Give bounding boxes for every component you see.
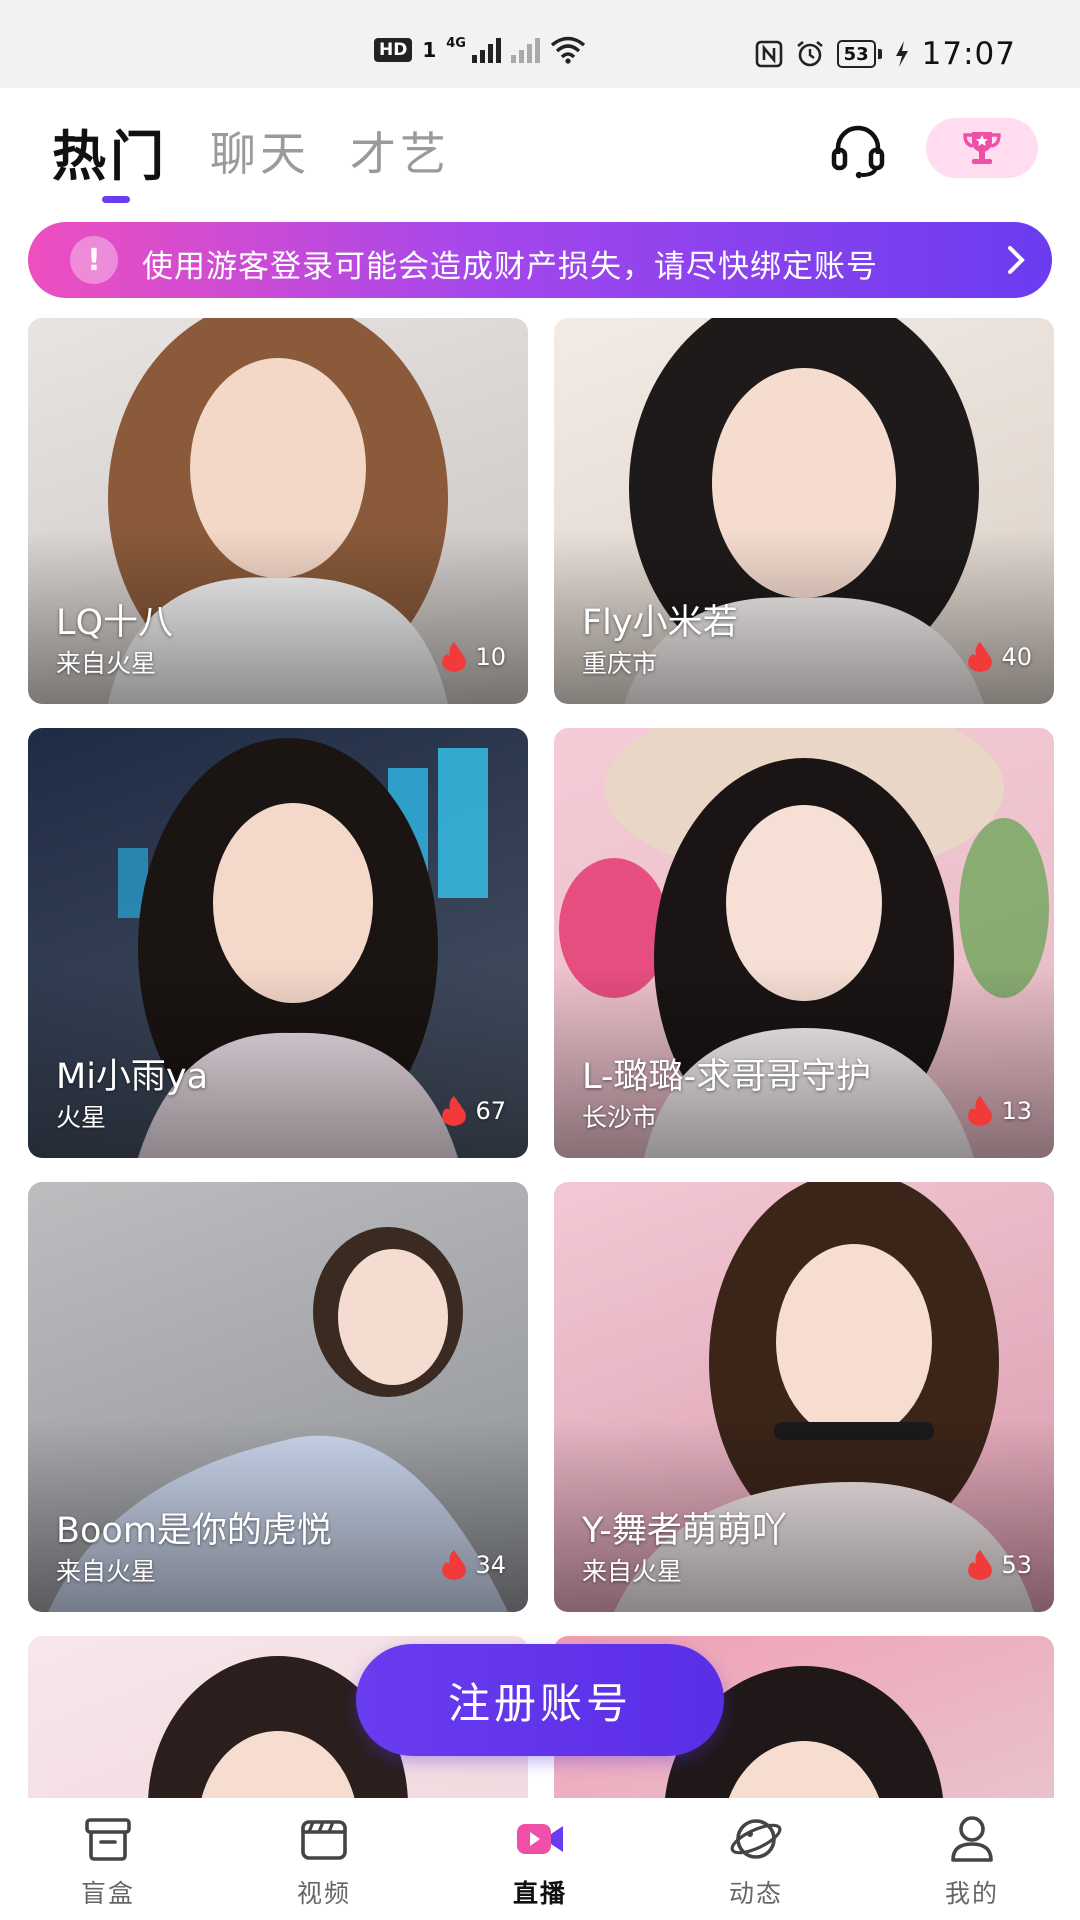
streamer-location: 重庆市	[582, 649, 658, 678]
nfc-icon	[755, 40, 782, 68]
top-tab-bar: 热门 聊天 才艺	[0, 88, 1080, 208]
customer-service-button[interactable]	[828, 120, 888, 180]
heat-count: 53	[965, 1548, 1032, 1582]
nav-label: 动态	[728, 1879, 783, 1908]
app-screen: HD 1 4G 53 17:07 热门 聊天 才艺 ! 使用游客登录可能会造成财…	[0, 0, 1080, 1920]
status-left-cluster: HD 1 4G	[374, 36, 586, 64]
heat-value: 10	[475, 643, 506, 671]
live-room-card[interactable]: Boom是你的虎悦 来自火星 34	[28, 1182, 528, 1612]
hd-badge: HD	[374, 38, 413, 62]
status-bar: HD 1 4G 53 17:07	[0, 0, 1080, 88]
streamer-location: 来自火星	[582, 1557, 683, 1586]
nav-label: 盲盒	[80, 1879, 135, 1908]
streamer-location: 长沙市	[582, 1103, 658, 1132]
blind-box-icon	[85, 1818, 131, 1861]
headset-icon	[831, 125, 885, 179]
active-tab-indicator	[102, 196, 130, 203]
flame-icon	[968, 1096, 993, 1126]
heat-value: 34	[475, 1551, 506, 1579]
flame-icon	[968, 642, 993, 672]
tab-hot[interactable]: 热门	[52, 112, 168, 191]
heat-count: 10	[439, 640, 506, 674]
flame-icon	[442, 1550, 467, 1580]
heat-value: 67	[475, 1097, 506, 1125]
nav-label: 视频	[296, 1879, 351, 1908]
sim-slot-label: 1	[422, 38, 437, 62]
bottom-navigation: 盲盒 视频 直播 动态 我的	[0, 1800, 1080, 1920]
streamer-name: Fly小米若	[582, 603, 738, 643]
warning-text: 使用游客登录可能会造成财产损失，请尽快绑定账号	[142, 249, 878, 285]
register-account-button[interactable]: 注册账号	[356, 1644, 724, 1756]
live-room-card[interactable]: Mi小雨ya 火星 67	[28, 728, 528, 1158]
flame-icon	[442, 642, 467, 672]
flame-icon	[442, 1096, 467, 1126]
streamer-location: 火星	[56, 1103, 107, 1132]
heat-value: 40	[1001, 643, 1032, 671]
streamer-location: 来自火星	[56, 1557, 157, 1586]
streamer-name: L-璐璐-求哥哥守护	[582, 1057, 872, 1097]
chevron-right-icon	[1008, 246, 1025, 274]
ranking-button[interactable]	[926, 118, 1038, 178]
charging-bolt-icon	[895, 41, 908, 67]
heat-count: 40	[965, 640, 1032, 674]
heat-value: 53	[1001, 1551, 1032, 1579]
signal-secondary-icon	[510, 37, 540, 63]
heat-count: 34	[439, 1548, 506, 1582]
streamer-name: Boom是你的虎悦	[56, 1511, 332, 1551]
warning-icon: !	[70, 236, 118, 284]
live-room-card[interactable]: Y-舞者萌萌吖 来自火星 53	[554, 1182, 1054, 1612]
live-room-card[interactable]: LQ十八 来自火星 10	[28, 318, 528, 704]
wifi-icon	[550, 36, 586, 64]
tab-chat[interactable]: 聊天	[210, 118, 310, 184]
nav-profile[interactable]: 我的	[902, 1812, 1042, 1910]
video-clapper-icon	[301, 1820, 347, 1860]
battery-level: 53	[843, 43, 869, 65]
live-room-card[interactable]: L-璐璐-求哥哥守护 长沙市 13	[554, 728, 1054, 1158]
flame-icon	[968, 1550, 993, 1580]
tab-talent[interactable]: 才艺	[350, 118, 450, 184]
nav-label: 我的	[944, 1879, 999, 1908]
battery-indicator: 53	[836, 40, 876, 68]
heat-value: 13	[1001, 1097, 1032, 1125]
streamer-name: Mi小雨ya	[56, 1057, 209, 1097]
heat-count: 13	[965, 1094, 1032, 1128]
nav-blind-box[interactable]: 盲盒	[38, 1812, 178, 1910]
heat-count: 67	[439, 1094, 506, 1128]
status-right-cluster: 53 17:07	[755, 36, 1016, 72]
planet-icon	[730, 1819, 782, 1859]
trophy-icon	[963, 132, 1001, 164]
status-time: 17:07	[921, 36, 1016, 72]
streamer-name: LQ十八	[56, 603, 174, 643]
streamer-location: 来自火星	[56, 649, 157, 678]
nav-moments[interactable]: 动态	[686, 1812, 826, 1910]
guest-login-warning-banner[interactable]: ! 使用游客登录可能会造成财产损失，请尽快绑定账号	[28, 222, 1052, 298]
network-type: 4G	[446, 36, 466, 51]
live-camera-icon	[517, 1824, 563, 1854]
signal-icon	[471, 37, 501, 63]
battery-cap-icon	[877, 49, 882, 59]
nav-live[interactable]: 直播	[470, 1812, 610, 1910]
nav-video[interactable]: 视频	[254, 1812, 394, 1910]
streamer-name: Y-舞者萌萌吖	[582, 1511, 787, 1551]
live-room-card[interactable]: Fly小米若 重庆市 40	[554, 318, 1054, 704]
user-icon	[951, 1816, 993, 1862]
live-room-grid: LQ十八 来自火星 10 Fly小米若 重庆市 40 Mi小雨ya 火星 67 …	[0, 318, 1080, 1798]
alarm-icon	[796, 40, 823, 67]
nav-label: 直播	[512, 1879, 567, 1908]
